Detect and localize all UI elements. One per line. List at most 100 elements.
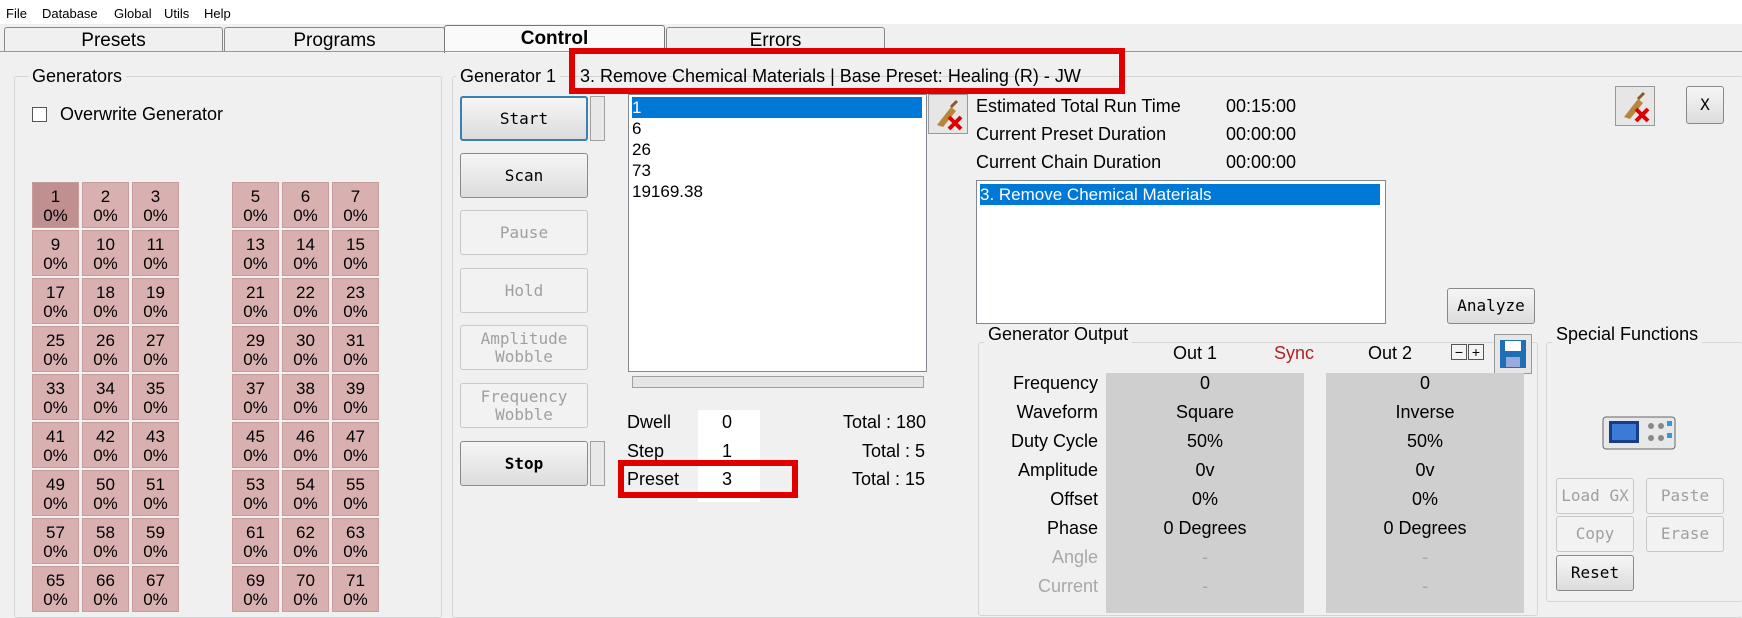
generator-cell[interactable]: 10 0% [82, 230, 129, 276]
generator-cell[interactable]: 7 0% [332, 182, 379, 228]
output-out1-value[interactable]: 0% [1106, 489, 1304, 510]
generator-cell[interactable]: 37 0% [232, 374, 279, 420]
generator-cell[interactable]: 61 0% [232, 518, 279, 564]
frequency-wobble-button[interactable]: Frequency Wobble [460, 383, 588, 428]
generator-cell[interactable]: 67 0% [132, 566, 179, 612]
generator-cell[interactable]: 23 0% [332, 278, 379, 324]
minus-button[interactable]: − [1451, 344, 1467, 360]
frequency-list-hscroll[interactable] [632, 376, 924, 388]
output-out2-value[interactable]: 0 [1326, 373, 1524, 394]
generator-cell[interactable]: 51 0% [132, 470, 179, 516]
frequency-list-item[interactable]: 6 [632, 118, 641, 139]
generator-cell[interactable]: 14 0% [282, 230, 329, 276]
clear-preset-button[interactable] [1615, 86, 1655, 126]
generator-cell[interactable]: 26 0% [82, 326, 129, 372]
generator-cell[interactable]: 2 0% [82, 182, 129, 228]
pause-button[interactable]: Pause [460, 210, 588, 255]
generator-cell[interactable]: 30 0% [282, 326, 329, 372]
clear-list-button[interactable] [928, 94, 968, 134]
output-out1-value[interactable]: Square [1106, 402, 1304, 423]
start-button[interactable]: Start [460, 96, 588, 141]
generator-cell[interactable]: 19 0% [132, 278, 179, 324]
output-out2-value[interactable]: - [1326, 576, 1524, 597]
chain-list[interactable]: 3. Remove Chemical Materials [976, 180, 1386, 324]
generator-cell[interactable]: 41 0% [32, 422, 79, 468]
menu-file[interactable]: File [6, 6, 27, 21]
generator-cell[interactable]: 34 0% [82, 374, 129, 420]
generator-cell[interactable]: 62 0% [282, 518, 329, 564]
frequency-list-item[interactable]: 19169.38 [632, 181, 703, 202]
overwrite-checkbox[interactable] [32, 107, 47, 122]
generator-cell[interactable]: 53 0% [232, 470, 279, 516]
generator-cell[interactable]: 29 0% [232, 326, 279, 372]
generator-cell[interactable]: 25 0% [32, 326, 79, 372]
generator-cell[interactable]: 43 0% [132, 422, 179, 468]
generator-cell[interactable]: 63 0% [332, 518, 379, 564]
menu-database[interactable]: Database [42, 6, 98, 21]
generator-cell[interactable]: 31 0% [332, 326, 379, 372]
output-out2-value[interactable]: Inverse [1326, 402, 1524, 423]
amplitude-wobble-button[interactable]: Amplitude Wobble [460, 325, 588, 370]
generator-cell[interactable]: 21 0% [232, 278, 279, 324]
hold-button[interactable]: Hold [460, 268, 588, 313]
generator-cell[interactable]: 38 0% [282, 374, 329, 420]
output-out1-value[interactable]: 0v [1106, 460, 1304, 481]
copy-button[interactable]: Copy [1556, 516, 1634, 552]
generator-cell[interactable]: 42 0% [82, 422, 129, 468]
menu-utils[interactable]: Utils [164, 6, 189, 21]
generator-cell[interactable]: 39 0% [332, 374, 379, 420]
paste-button[interactable]: Paste [1646, 478, 1724, 514]
generator-cell[interactable]: 65 0% [32, 566, 79, 612]
frequency-list-item[interactable]: 73 [632, 160, 651, 181]
output-out1-value[interactable]: - [1106, 547, 1304, 568]
generator-cell[interactable]: 18 0% [82, 278, 129, 324]
sync-label[interactable]: Sync [1274, 343, 1314, 364]
generator-cell[interactable]: 5 0% [232, 182, 279, 228]
generator-cell[interactable]: 9 0% [32, 230, 79, 276]
frequency-list-item[interactable]: 26 [632, 139, 651, 160]
tab-presets[interactable]: Presets [4, 27, 223, 52]
generator-cell[interactable]: 55 0% [332, 470, 379, 516]
generator-cell[interactable]: 6 0% [282, 182, 329, 228]
generator-cell[interactable]: 54 0% [282, 470, 329, 516]
frequency-list[interactable]: 1 6 26 73 19169.38 [628, 94, 927, 372]
close-button[interactable]: X [1686, 86, 1724, 124]
stop-button[interactable]: Stop [460, 441, 588, 486]
generator-cell[interactable]: 22 0% [282, 278, 329, 324]
plus-button[interactable]: + [1468, 344, 1484, 360]
generator-cell[interactable]: 13 0% [232, 230, 279, 276]
generator-cell[interactable]: 59 0% [132, 518, 179, 564]
output-out1-value[interactable]: 0 Degrees [1106, 518, 1304, 539]
generator-cell[interactable]: 1 0% [32, 182, 79, 228]
generator-cell[interactable]: 57 0% [32, 518, 79, 564]
save-button[interactable] [1494, 334, 1532, 374]
generator-cell[interactable]: 35 0% [132, 374, 179, 420]
generator-cell[interactable]: 15 0% [332, 230, 379, 276]
generator-cell[interactable]: 33 0% [32, 374, 79, 420]
load-gx-button[interactable]: Load GX [1556, 478, 1634, 514]
generator-cell[interactable]: 3 0% [132, 182, 179, 228]
generator-cell[interactable]: 70 0% [282, 566, 329, 612]
output-out2-value[interactable]: 0v [1326, 460, 1524, 481]
tab-programs[interactable]: Programs [224, 27, 445, 52]
output-out2-value[interactable]: 0% [1326, 489, 1524, 510]
chain-list-item[interactable]: 3. Remove Chemical Materials [980, 184, 1380, 205]
erase-button[interactable]: Erase [1646, 516, 1724, 552]
generator-cell[interactable]: 50 0% [82, 470, 129, 516]
generator-cell[interactable]: 47 0% [332, 422, 379, 468]
frequency-list-item[interactable]: 1 [632, 97, 922, 118]
analyze-button[interactable]: Analyze [1447, 288, 1535, 324]
output-out2-value[interactable]: - [1326, 547, 1524, 568]
generator-cell[interactable]: 45 0% [232, 422, 279, 468]
generator-cell[interactable]: 49 0% [32, 470, 79, 516]
reset-button[interactable]: Reset [1556, 555, 1634, 591]
output-out1-value[interactable]: 0 [1106, 373, 1304, 394]
output-out2-value[interactable]: 0 Degrees [1326, 518, 1524, 539]
output-out1-value[interactable]: - [1106, 576, 1304, 597]
generator-cell[interactable]: 66 0% [82, 566, 129, 612]
generator-cell[interactable]: 11 0% [132, 230, 179, 276]
generator-cell[interactable]: 46 0% [282, 422, 329, 468]
generator-cell[interactable]: 17 0% [32, 278, 79, 324]
generator-cell[interactable]: 71 0% [332, 566, 379, 612]
menu-help[interactable]: Help [204, 6, 231, 21]
